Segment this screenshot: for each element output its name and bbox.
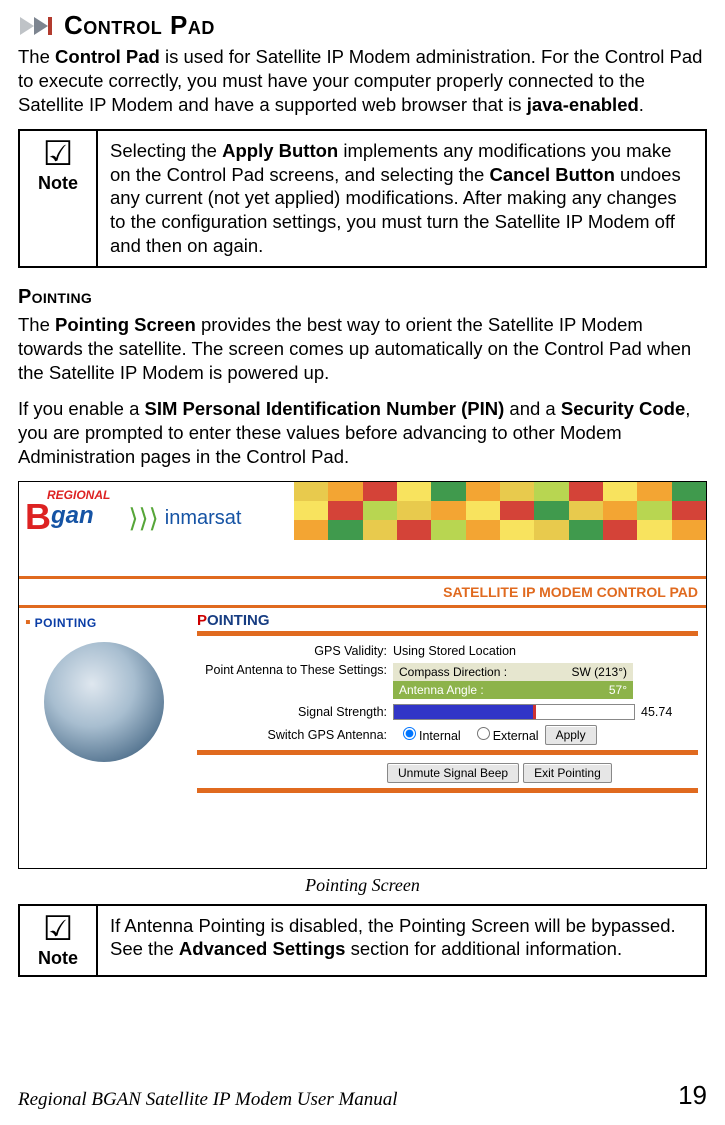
key: Compass Direction :: [399, 665, 507, 679]
text-bold: Control Pad: [55, 46, 160, 67]
title-bar-text: SATELLITE IP MODEM CONTROL PAD: [443, 584, 698, 600]
note-icon-cell: ☑ Note: [20, 131, 98, 265]
title-bar: SATELLITE IP MODEM CONTROL PAD: [19, 576, 706, 608]
note-text: Selecting the Apply Button implements an…: [98, 131, 705, 265]
text-bold: java-enabled: [527, 94, 639, 115]
text-bold: SIM Personal Identification Number (PIN): [145, 398, 505, 419]
bgan-logo: REGIONAL Bgan: [25, 488, 110, 534]
switch-antenna-row: Switch GPS Antenna: Internal External Ap…: [197, 725, 698, 745]
sidebar-item-label: POINTING: [35, 616, 97, 630]
page-number: 19: [678, 1080, 707, 1111]
exit-pointing-button[interactable]: Exit Pointing: [523, 763, 612, 783]
text-bold: Security Code: [561, 398, 685, 419]
checkbox-icon: ☑: [24, 137, 92, 171]
bottom-button-row: Unmute Signal Beep Exit Pointing: [197, 763, 698, 783]
page-footer: Regional BGAN Satellite IP Modem User Ma…: [18, 1080, 707, 1111]
text: If you enable a: [18, 398, 145, 419]
key: Antenna Angle :: [399, 683, 484, 697]
manual-page: Control Pad The Control Pad is used for …: [0, 0, 725, 1125]
radio-internal-input[interactable]: [403, 727, 416, 740]
footer-title: Regional BGAN Satellite IP Modem User Ma…: [18, 1089, 398, 1111]
radio-external[interactable]: External: [467, 727, 539, 743]
sidebar: ▪ POINTING: [19, 608, 189, 868]
radio-external-input[interactable]: [477, 727, 490, 740]
subsection-title: Pointing: [18, 286, 707, 309]
text: Selecting the: [110, 140, 222, 161]
sidebar-item-pointing[interactable]: ▪ POINTING: [25, 614, 183, 632]
unmute-button[interactable]: Unmute Signal Beep: [387, 763, 519, 783]
note-label: Note: [24, 948, 92, 969]
value: 57°: [609, 683, 627, 697]
banner: REGIONAL Bgan ⟩⟩⟩ inmarsat: [19, 482, 706, 576]
note-text: If Antenna Pointing is disabled, the Poi…: [98, 906, 705, 975]
section-title: Control Pad: [64, 10, 215, 41]
intro-paragraph: The Control Pad is used for Satellite IP…: [18, 45, 707, 117]
heading-first-letter: P: [197, 612, 207, 629]
gps-validity-row: GPS Validity: Using Stored Location: [197, 644, 698, 658]
inmarsat-text: inmarsat: [165, 507, 242, 530]
pointing-paragraph-2: If you enable a SIM Personal Identificat…: [18, 397, 707, 469]
signal-value: 45.74: [641, 705, 683, 719]
text-bold: Advanced Settings: [179, 938, 346, 959]
signal-bar-marker: [533, 705, 536, 719]
logo-regional-text: REGIONAL: [47, 488, 110, 502]
note-label: Note: [24, 173, 92, 194]
text: .: [639, 94, 644, 115]
note-box: ☑ Note Selecting the Apply Button implem…: [18, 129, 707, 267]
divider: [197, 750, 698, 755]
swoosh-icon: ⟩⟩⟩: [128, 503, 158, 534]
globe-image: [44, 642, 164, 762]
text-bold: Apply Button: [222, 140, 338, 161]
signal-strength-row: Signal Strength: 45.74: [197, 704, 698, 720]
bullet-icon: ▪: [25, 614, 31, 631]
heading-rest: OINTING: [207, 612, 270, 629]
label: Signal Strength:: [197, 705, 387, 719]
text: and a: [504, 398, 561, 419]
value: Using Stored Location: [393, 644, 516, 658]
text-bold: Pointing Screen: [55, 314, 196, 335]
compass-pill: Compass Direction : SW (213°): [393, 663, 633, 681]
text: section for additional information.: [345, 938, 622, 959]
note-box-2: ☑ Note If Antenna Pointing is disabled, …: [18, 904, 707, 977]
checkbox-icon: ☑: [24, 912, 92, 946]
divider: [197, 788, 698, 793]
section-heading-row: Control Pad: [18, 10, 707, 41]
pointing-paragraph-1: The Pointing Screen provides the best wa…: [18, 313, 707, 385]
signal-bar: [393, 704, 635, 720]
text: The: [18, 314, 55, 335]
main-panel: POINTING GPS Validity: Using Stored Loca…: [189, 608, 706, 868]
text-bold: Cancel Button: [490, 164, 615, 185]
inmarsat-logo: ⟩⟩⟩ inmarsat: [128, 503, 241, 534]
logo-gan: gan: [51, 502, 94, 529]
label: Point Antenna to These Settings:: [197, 663, 387, 677]
screenshot-body: ▪ POINTING POINTING GPS Validity: Using S…: [19, 608, 706, 868]
radio-label: Internal: [419, 729, 461, 743]
point-antenna-row: Point Antenna to These Settings: Compass…: [197, 663, 698, 699]
angle-pill: Antenna Angle : 57°: [393, 681, 633, 699]
label: Switch GPS Antenna:: [197, 728, 387, 742]
logo-row: REGIONAL Bgan ⟩⟩⟩ inmarsat: [25, 488, 241, 534]
apply-button[interactable]: Apply: [545, 725, 597, 745]
note-icon-cell: ☑ Note: [20, 906, 98, 975]
text: The: [18, 46, 55, 67]
value: SW (213°): [572, 665, 627, 679]
divider: [197, 631, 698, 636]
label: GPS Validity:: [197, 644, 387, 658]
panel-heading: POINTING: [197, 612, 698, 629]
signal-bar-fill: [394, 705, 533, 719]
logo-b: B: [25, 503, 51, 532]
mosaic-decor: [294, 482, 706, 540]
fast-forward-icon: [18, 15, 54, 37]
radio-internal[interactable]: Internal: [393, 727, 461, 743]
figure-caption: Pointing Screen: [18, 875, 707, 896]
pointing-screenshot: REGIONAL Bgan ⟩⟩⟩ inmarsat SATELLITE IP …: [18, 481, 707, 869]
radio-label: External: [493, 729, 539, 743]
